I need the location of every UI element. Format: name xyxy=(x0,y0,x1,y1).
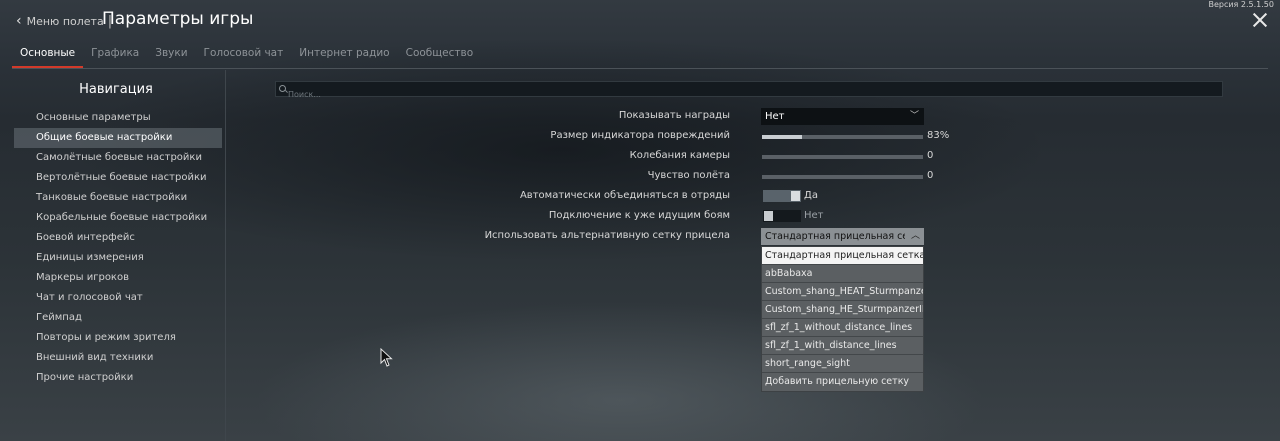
toggle-value: Да xyxy=(804,190,818,201)
select-value: Нет xyxy=(765,111,785,122)
page-title: Параметры игры xyxy=(102,9,254,29)
tab-community[interactable]: Сообщество xyxy=(398,44,482,68)
reticle-option[interactable]: short_range_sight xyxy=(762,355,923,373)
sidebar-item-gamepad[interactable]: Геймпад xyxy=(14,308,222,328)
reticle-option[interactable]: Custom_shang_HE_SturmpanzerII xyxy=(762,301,923,319)
search-icon xyxy=(279,85,286,92)
setting-flight-feel: Чувство полёта 0 xyxy=(400,167,960,187)
sidebar-item-general-battle[interactable]: Общие боевые настройки xyxy=(14,128,222,148)
mouse-pointer-icon xyxy=(380,348,393,367)
chevron-left-icon: ‹ xyxy=(16,13,22,29)
search-bar xyxy=(275,81,1223,102)
setting-label: Размер индикатора повреждений xyxy=(550,130,730,141)
tab-voice-chat[interactable]: Голосовой чат xyxy=(196,44,292,68)
setting-label: Показывать награды xyxy=(618,110,730,121)
close-icon[interactable] xyxy=(1253,13,1267,27)
slider-value: 0 xyxy=(927,170,934,181)
alt-reticle-select[interactable]: Стандартная прицельная сетка ︿ xyxy=(761,228,924,245)
chevron-up-icon: ︿ xyxy=(910,231,920,241)
settings-tabs: Основные Графика Звуки Голосовой чат Инт… xyxy=(12,44,481,68)
setting-auto-squad: Автоматически объединяться в отряды Да xyxy=(400,187,960,207)
tab-main[interactable]: Основные xyxy=(12,44,84,68)
reticle-options-list: Стандартная прицельная сетка abBabaxa Cu… xyxy=(761,246,924,392)
reticle-option-standard[interactable]: Стандартная прицельная сетка xyxy=(762,247,923,265)
setting-damage-indicator: Размер индикатора повреждений 83% xyxy=(400,127,960,147)
sidebar-item-main-params[interactable]: Основные параметры xyxy=(14,108,222,128)
sidebar-item-vehicle-appearance[interactable]: Внешний вид техники xyxy=(14,348,222,368)
header: ‹ Меню полета | Параметры игры Версия 2.… xyxy=(0,0,1280,44)
reticle-option[interactable]: sfl_zf_1_without_distance_lines xyxy=(762,319,923,337)
auto-squad-toggle[interactable] xyxy=(763,190,801,202)
camera-shake-slider[interactable] xyxy=(762,155,923,159)
version-label: Версия 2.5.1.50 xyxy=(1208,0,1274,9)
sidebar-item-player-markers[interactable]: Маркеры игроков xyxy=(14,268,222,288)
sidebar-item-other[interactable]: Прочие настройки xyxy=(14,368,222,388)
reticle-option[interactable]: abBabaxa xyxy=(762,265,923,283)
tab-sounds[interactable]: Звуки xyxy=(147,44,195,68)
setting-show-rewards: Показывать награды Нет ﹀ xyxy=(400,107,960,127)
reticle-option[interactable]: Custom_shang_HEAT_SturmpanzerII xyxy=(762,283,923,301)
reticle-option[interactable]: sfl_zf_1_with_distance_lines xyxy=(762,337,923,355)
nav-title: Навигация xyxy=(79,82,153,97)
add-reticle-option[interactable]: Добавить прицельную сетку xyxy=(762,373,923,391)
toggle-knob xyxy=(764,211,773,221)
setting-label: Чувство полёта xyxy=(647,170,730,181)
setting-label: Автоматически объединяться в отряды xyxy=(519,190,730,201)
setting-label: Подключение к уже идущим боям xyxy=(548,210,730,221)
tab-internet-radio[interactable]: Интернет радио xyxy=(291,44,397,68)
sidebar-item-aircraft-battle[interactable]: Самолётные боевые настройки xyxy=(14,148,222,168)
nav-list: Основные параметры Общие боевые настройк… xyxy=(14,108,222,388)
sidebar-item-ship-battle[interactable]: Корабельные боевые настройки xyxy=(14,208,222,228)
sidebar-item-chat[interactable]: Чат и голосовой чат xyxy=(14,288,222,308)
sidebar-item-units[interactable]: Единицы измерения xyxy=(14,248,222,268)
toggle-knob xyxy=(791,191,800,201)
toggle-value: Нет xyxy=(804,210,824,221)
back-button[interactable]: ‹ Меню полета | xyxy=(16,13,112,29)
show-rewards-select[interactable]: Нет ﹀ xyxy=(761,108,924,125)
search-input[interactable] xyxy=(276,87,1222,102)
slider-value: 0 xyxy=(927,150,934,161)
setting-join-battles: Подключение к уже идущим боям Нет xyxy=(400,207,960,227)
setting-camera-shake: Колебания камеры 0 xyxy=(400,147,960,167)
tabs-divider xyxy=(12,68,1268,69)
sidebar-item-helicopter-battle[interactable]: Вертолётные боевые настройки xyxy=(14,168,222,188)
setting-label: Колебания камеры xyxy=(629,150,730,161)
sidebar-item-battle-interface[interactable]: Боевой интерфейс xyxy=(14,228,222,248)
damage-indicator-slider[interactable] xyxy=(762,135,923,139)
sidebar-item-replays[interactable]: Повторы и режим зрителя xyxy=(14,328,222,348)
tab-graphics[interactable]: Графика xyxy=(83,44,147,68)
join-battles-toggle[interactable] xyxy=(763,210,801,222)
setting-label: Использовать альтернативную сетку прицел… xyxy=(484,230,730,241)
slider-value: 83% xyxy=(927,130,950,141)
slider-fill xyxy=(762,135,803,139)
chevron-down-icon: ﹀ xyxy=(909,111,919,121)
sidebar-navigation: Навигация Основные параметры Общие боевы… xyxy=(0,70,226,441)
select-value: Стандартная прицельная сетка xyxy=(765,231,905,242)
back-label: Меню полета xyxy=(26,14,104,28)
flight-feel-slider[interactable] xyxy=(762,175,923,179)
sidebar-item-tank-battle[interactable]: Танковые боевые настройки xyxy=(14,188,222,208)
